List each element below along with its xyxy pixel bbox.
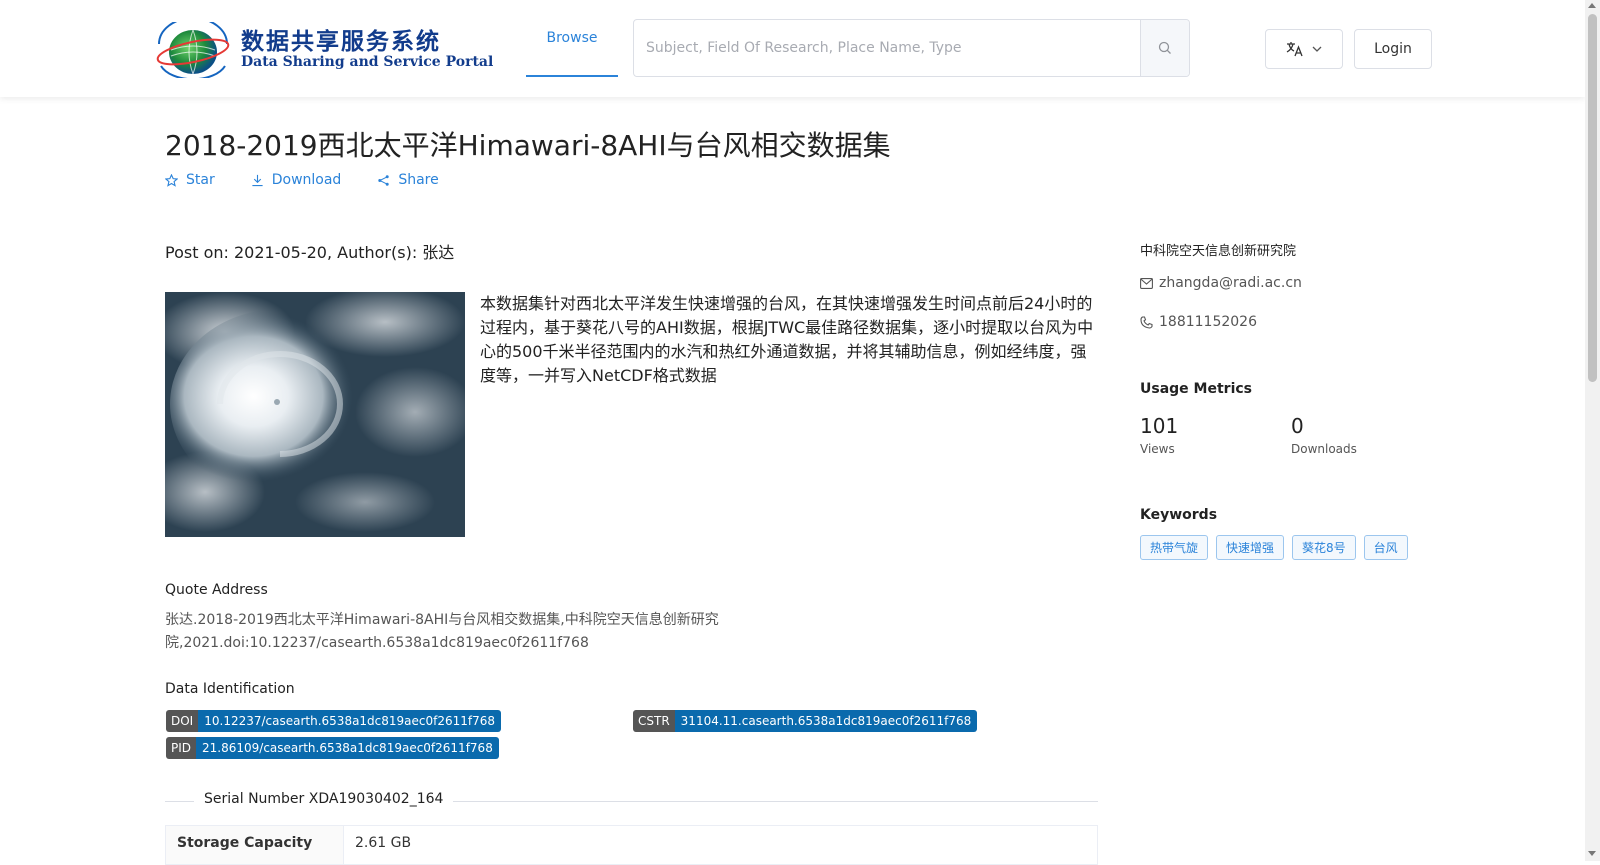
share-icon [378, 174, 390, 186]
downloads-metric: 0 Downloads [1291, 414, 1357, 456]
download-button[interactable]: Download [251, 172, 342, 188]
star-label: Star [186, 172, 215, 188]
logo-title-en: Data Sharing and Service Portal [241, 54, 494, 70]
top-header: 数据共享服务系统 Data Sharing and Service Portal… [0, 0, 1585, 97]
views-metric: 101 Views [1140, 414, 1178, 456]
cstr-badge[interactable]: CSTR 31104.11.casearth.6538a1dc819aec0f2… [633, 710, 978, 732]
scroll-down-arrow-icon[interactable] [1588, 851, 1596, 856]
views-label: Views [1140, 442, 1175, 456]
dataset-actions: Star Download Share [165, 172, 439, 188]
downloads-count: 0 [1291, 414, 1304, 438]
contact-phone[interactable]: 18811152026 [1140, 314, 1257, 330]
data-identification-label: Data Identification [165, 681, 295, 697]
logo-title-cn: 数据共享服务系统 [241, 29, 441, 55]
pid-value: 21.86109/casearth.6538a1dc819aec0f2611f7… [196, 737, 499, 759]
share-label: Share [398, 172, 439, 188]
pid-key: PID [166, 737, 197, 759]
keywords-heading: Keywords [1140, 507, 1218, 523]
downloads-label: Downloads [1291, 442, 1357, 456]
dataset-title: 2018-2019西北太平洋Himawari-8AHI与台风相交数据集 [165, 129, 891, 162]
download-icon [252, 174, 263, 186]
search-button[interactable] [1140, 20, 1189, 76]
keyword-tag[interactable]: 葵花8号 [1292, 535, 1356, 560]
chevron-down-icon [1312, 46, 1322, 52]
quote-address-label: Quote Address [165, 582, 268, 598]
metadata-table-row: Storage Capacity 2.61 GB [165, 825, 1098, 865]
search-input[interactable] [634, 20, 1142, 76]
usage-metrics-heading: Usage Metrics [1140, 381, 1252, 397]
scroll-up-arrow-icon[interactable] [1588, 3, 1596, 8]
search-icon [1158, 41, 1171, 54]
nav-browse[interactable]: Browse [526, 0, 618, 77]
page-scrollbar[interactable] [1585, 0, 1600, 861]
cstr-key: CSTR [633, 710, 675, 732]
views-count: 101 [1140, 414, 1179, 438]
cstr-value: 31104.11.casearth.6538a1dc819aec0f2611f7… [674, 710, 978, 732]
email-text: zhangda@radi.ac.cn [1159, 275, 1302, 291]
phone-icon [1140, 315, 1153, 329]
login-button[interactable]: Login [1354, 29, 1432, 69]
phone-text: 18811152026 [1159, 314, 1257, 330]
dataset-thumbnail-image[interactable] [165, 292, 465, 537]
post-info: Post on: 2021-05-20, Author(s): 张达 [165, 243, 455, 262]
keyword-tag[interactable]: 台风 [1363, 535, 1408, 560]
download-label: Download [271, 172, 342, 188]
keyword-list: 热带气旋 快速增强 葵花8号 台风 [1140, 535, 1408, 560]
doi-value: 10.12237/casearth.6538a1dc819aec0f2611f7… [198, 710, 502, 732]
dataset-description: 本数据集针对西北太平洋发生快速增强的台风，在其快速增强发生时间点前后24小时的过… [480, 294, 1094, 385]
language-selector[interactable] [1265, 29, 1343, 69]
translate-icon [1286, 42, 1303, 57]
mail-icon [1140, 277, 1153, 289]
pid-badge[interactable]: PID 21.86109/casearth.6538a1dc819aec0f26… [166, 737, 499, 759]
storage-capacity-label: Storage Capacity [166, 826, 344, 864]
share-button[interactable]: Share [377, 172, 439, 188]
organization-name: 中科院空天信息创新研究院 [1140, 244, 1297, 259]
serial-number: Serial Number XDA19030402_164 [194, 791, 454, 807]
globe-logo-icon [156, 22, 230, 78]
storage-capacity-value: 2.61 GB [355, 835, 412, 851]
search-bar [633, 19, 1190, 77]
star-button[interactable]: Star [165, 172, 215, 188]
doi-badge[interactable]: DOI 10.12237/casearth.6538a1dc819aec0f26… [166, 710, 502, 732]
keyword-tag[interactable]: 快速增强 [1216, 535, 1285, 560]
quote-address-text: 张达.2018-2019西北太平洋Himawari-8AHI与台风相交数据集,中… [165, 612, 719, 651]
site-logo[interactable]: 数据共享服务系统 Data Sharing and Service Portal [155, 20, 493, 80]
keyword-tag[interactable]: 热带气旋 [1140, 535, 1209, 560]
star-icon [165, 173, 178, 187]
scroll-thumb[interactable] [1588, 14, 1597, 382]
doi-key: DOI [166, 710, 199, 732]
contact-email[interactable]: zhangda@radi.ac.cn [1140, 275, 1302, 291]
